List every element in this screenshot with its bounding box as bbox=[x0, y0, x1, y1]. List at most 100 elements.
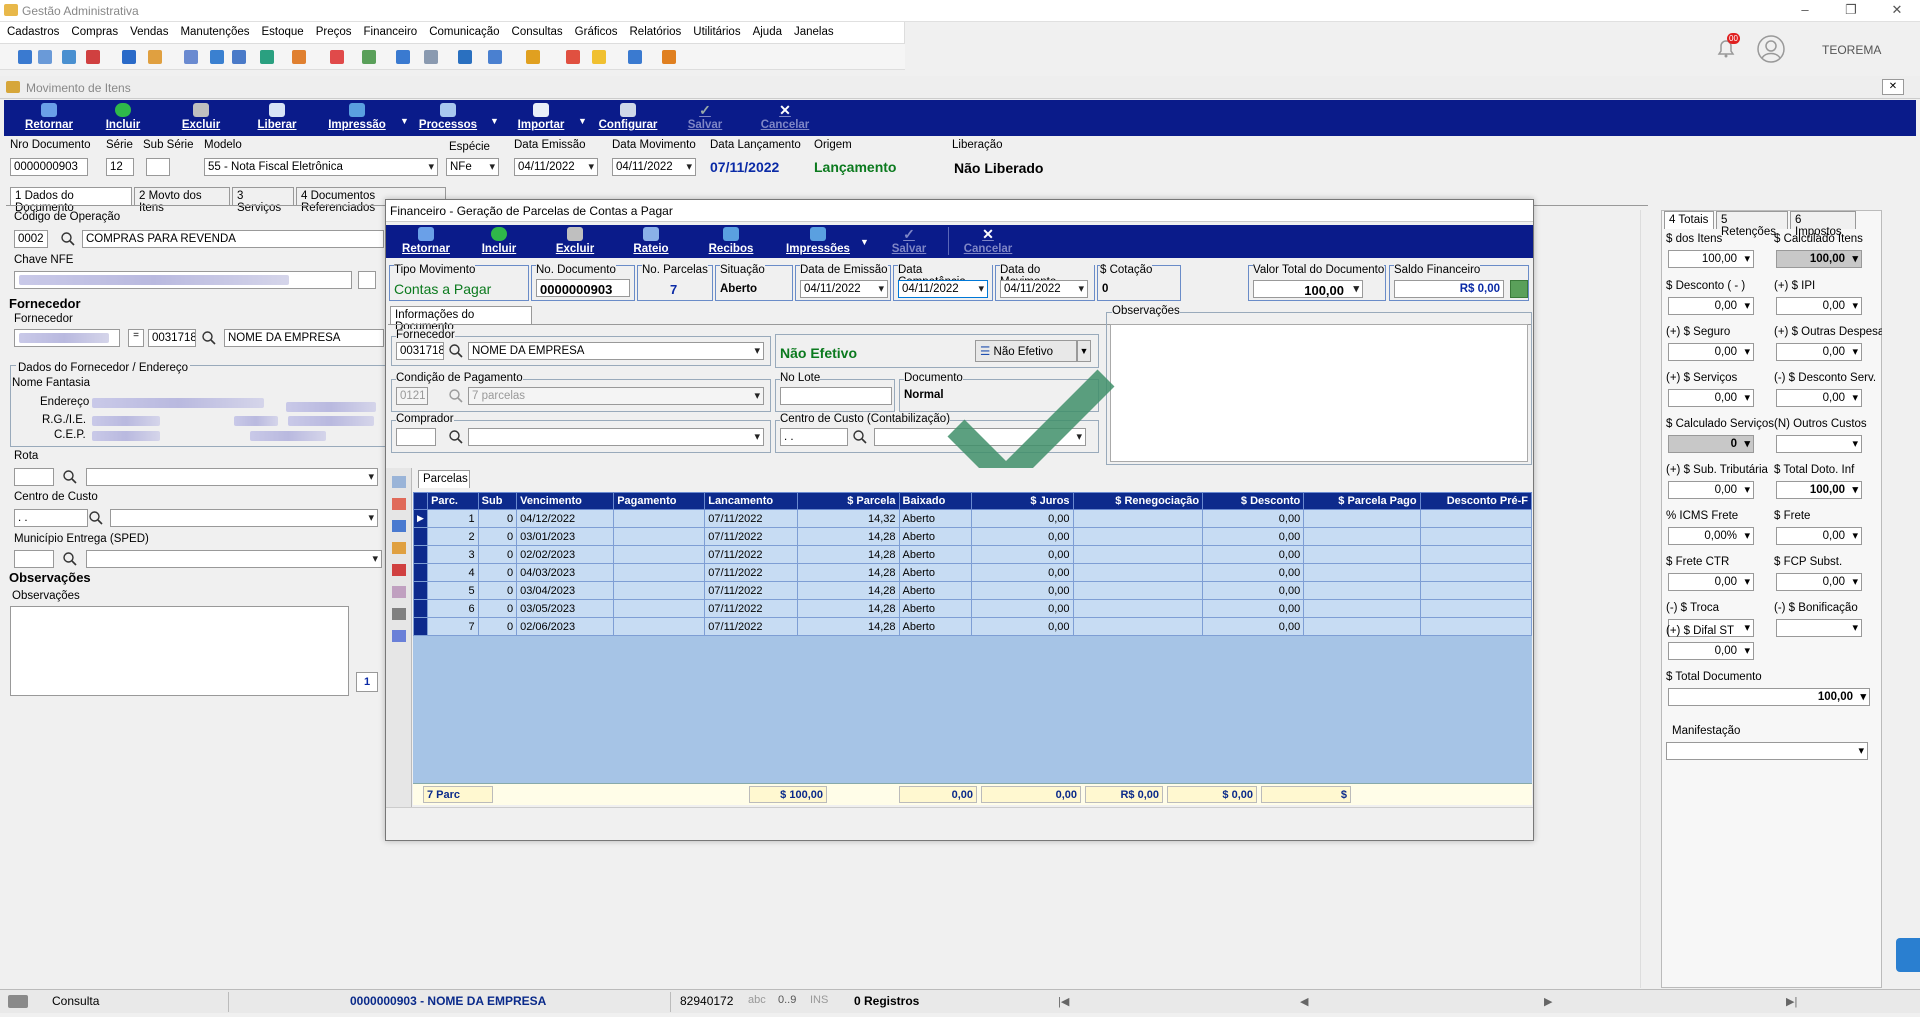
search-icon[interactable] bbox=[448, 388, 464, 404]
no-lote-input[interactable] bbox=[780, 387, 892, 405]
total-field-input[interactable]: 100,00 bbox=[1668, 250, 1754, 268]
menu-item-13[interactable]: Janelas bbox=[787, 22, 839, 38]
remove-icon[interactable] bbox=[392, 498, 406, 510]
toolbar-shortcut-icon[interactable] bbox=[396, 50, 410, 64]
calendar-icon[interactable] bbox=[392, 564, 406, 576]
toolbar-shortcut-icon[interactable] bbox=[592, 50, 606, 64]
tab-totais[interactable]: 4 Totais bbox=[1664, 211, 1714, 229]
especie-select[interactable]: NFe bbox=[446, 158, 499, 176]
next-record-icon[interactable]: ▶ bbox=[1544, 995, 1552, 1008]
table-row[interactable]: 2 0 03/01/2023 07/11/2022 14,28 Aberto 0,00 0,0… bbox=[412, 527, 1533, 546]
observacoes-textarea[interactable] bbox=[10, 606, 349, 696]
dialog-impressoes-button[interactable]: Impressões bbox=[780, 227, 856, 255]
main-scrollbar[interactable] bbox=[1640, 210, 1657, 988]
search-icon[interactable] bbox=[201, 330, 217, 346]
toolbar-shortcut-icon[interactable] bbox=[86, 50, 100, 64]
menu-item-2[interactable]: Vendas bbox=[123, 22, 173, 38]
cond-pag-select[interactable]: 7 parcelas bbox=[468, 387, 764, 405]
processos-dropdown-icon[interactable]: ▼ bbox=[490, 116, 499, 126]
table-row[interactable]: 5 0 03/04/2023 07/11/2022 14,28 Aberto 0,00 0,0… bbox=[412, 581, 1533, 600]
total-field-input[interactable]: 100,00 bbox=[1776, 481, 1862, 499]
search-icon[interactable] bbox=[62, 469, 78, 485]
liberar-button[interactable]: Liberar bbox=[244, 103, 310, 131]
toolbar-shortcut-icon[interactable] bbox=[62, 50, 76, 64]
toolbar-shortcut-icon[interactable] bbox=[38, 50, 52, 64]
municipio-select[interactable] bbox=[86, 550, 382, 568]
total-field-input[interactable]: 0,00 bbox=[1668, 481, 1754, 499]
efetivo-dropdown-icon[interactable]: ▼ bbox=[1077, 340, 1091, 362]
excluir-button[interactable]: Excluir bbox=[168, 103, 234, 131]
toolbar-shortcut-icon[interactable] bbox=[260, 50, 274, 64]
tab-dados-documento[interactable]: 1 Dados do Documento bbox=[10, 187, 132, 214]
delete-icon[interactable] bbox=[392, 476, 406, 488]
total-field-input[interactable]: 0,00% bbox=[1668, 527, 1754, 545]
centro-custo-contab-input[interactable]: . . bbox=[780, 428, 848, 446]
dialog-data-movimento-input[interactable]: 04/11/2022 bbox=[1000, 280, 1088, 298]
menu-item-3[interactable]: Manutenções bbox=[173, 22, 254, 38]
last-record-icon[interactable]: ▶| bbox=[1786, 995, 1797, 1008]
fornecedor-doc-input[interactable] bbox=[14, 329, 120, 347]
total-field-input[interactable]: 0,00 bbox=[1668, 343, 1754, 361]
row-indicator[interactable] bbox=[412, 617, 429, 636]
total-field-input[interactable] bbox=[1776, 619, 1862, 637]
importar-dropdown-icon[interactable]: ▼ bbox=[578, 116, 587, 126]
restore-button[interactable]: ❐ bbox=[1828, 0, 1874, 22]
column-header[interactable]: Vencimento bbox=[516, 492, 615, 510]
total-field-input[interactable] bbox=[1666, 742, 1868, 760]
dialog-rateio-button[interactable]: Rateio bbox=[626, 227, 676, 255]
dialog-fornecedor-name[interactable]: NOME DA EMPRESA bbox=[468, 342, 764, 360]
total-field-input[interactable] bbox=[1776, 435, 1862, 453]
list-icon[interactable] bbox=[392, 520, 406, 532]
total-field-input[interactable]: 0,00 bbox=[1668, 389, 1754, 407]
modelo-select[interactable]: 55 - Nota Fiscal Eletrônica bbox=[204, 158, 438, 176]
row-indicator[interactable] bbox=[412, 581, 429, 600]
dialog-retornar-button[interactable]: Retornar bbox=[396, 227, 456, 255]
row-indicator[interactable]: ▶ bbox=[412, 509, 429, 528]
impressao-dropdown-icon[interactable]: ▼ bbox=[400, 116, 409, 126]
rota-input[interactable] bbox=[14, 468, 54, 486]
toolbar-shortcut-icon[interactable] bbox=[292, 50, 306, 64]
columns-icon[interactable] bbox=[392, 608, 406, 620]
total-field-input[interactable]: 0,00 bbox=[1776, 343, 1862, 361]
tab-movto-itens[interactable]: 2 Movto dos Itens bbox=[134, 187, 230, 214]
municipio-input[interactable] bbox=[14, 550, 54, 568]
valor-total-input[interactable]: 100,00 bbox=[1253, 280, 1363, 298]
toolbar-shortcut-icon[interactable] bbox=[424, 50, 438, 64]
menu-item-10[interactable]: Relatórios bbox=[623, 22, 687, 38]
cod-op-input[interactable]: 0002 bbox=[14, 230, 48, 248]
cond-pag-code[interactable]: 0121 bbox=[396, 387, 428, 405]
centro-custo-input[interactable]: . . bbox=[14, 509, 88, 527]
dialog-salvar-button[interactable]: ✓ Salvar bbox=[884, 227, 934, 255]
minimize-button[interactable]: – bbox=[1782, 0, 1828, 22]
menu-item-12[interactable]: Ajuda bbox=[746, 22, 787, 38]
tab-retencoes[interactable]: 5 Retenções bbox=[1716, 211, 1788, 238]
row-indicator[interactable] bbox=[412, 563, 429, 582]
row-indicator[interactable] bbox=[412, 527, 429, 546]
menu-item-9[interactable]: Gráficos bbox=[568, 22, 623, 38]
row-indicator[interactable] bbox=[412, 599, 429, 618]
dialog-observacoes-textarea[interactable] bbox=[1110, 324, 1528, 462]
menu-item-11[interactable]: Utilitários bbox=[686, 22, 745, 38]
grid-icon[interactable] bbox=[392, 630, 406, 642]
total-field-input[interactable]: 0,00 bbox=[1776, 389, 1862, 407]
column-header[interactable]: $ Desconto bbox=[1202, 492, 1305, 510]
no-documento-input[interactable]: 0000000903 bbox=[536, 279, 630, 297]
importar-button[interactable]: Importar bbox=[508, 103, 574, 131]
centro-custo-select[interactable] bbox=[110, 509, 378, 527]
total-field-input[interactable]: 100,00 bbox=[1668, 688, 1870, 706]
search-icon[interactable] bbox=[88, 510, 104, 526]
toolbar-shortcut-icon[interactable] bbox=[526, 50, 540, 64]
table-row[interactable]: 6 0 03/05/2023 07/11/2022 14,28 Aberto 0,00 0,0… bbox=[412, 599, 1533, 618]
row-indicator[interactable] bbox=[412, 545, 429, 564]
toolbar-shortcut-icon[interactable] bbox=[662, 50, 676, 64]
tab-servicos[interactable]: 3 Serviços bbox=[232, 187, 294, 214]
data-movimento-input[interactable]: 04/11/2022 bbox=[612, 158, 696, 176]
column-header[interactable]: $ Parcela Pago bbox=[1303, 492, 1421, 510]
column-header[interactable]: Desconto Pré-F bbox=[1419, 492, 1533, 510]
calculator-icon[interactable] bbox=[392, 586, 406, 598]
search-icon[interactable] bbox=[448, 343, 464, 359]
money-icon[interactable] bbox=[1510, 280, 1528, 298]
toolbar-shortcut-icon[interactable] bbox=[362, 50, 376, 64]
toolbar-shortcut-icon[interactable] bbox=[628, 50, 642, 64]
toolbar-shortcut-icon[interactable] bbox=[148, 50, 162, 64]
